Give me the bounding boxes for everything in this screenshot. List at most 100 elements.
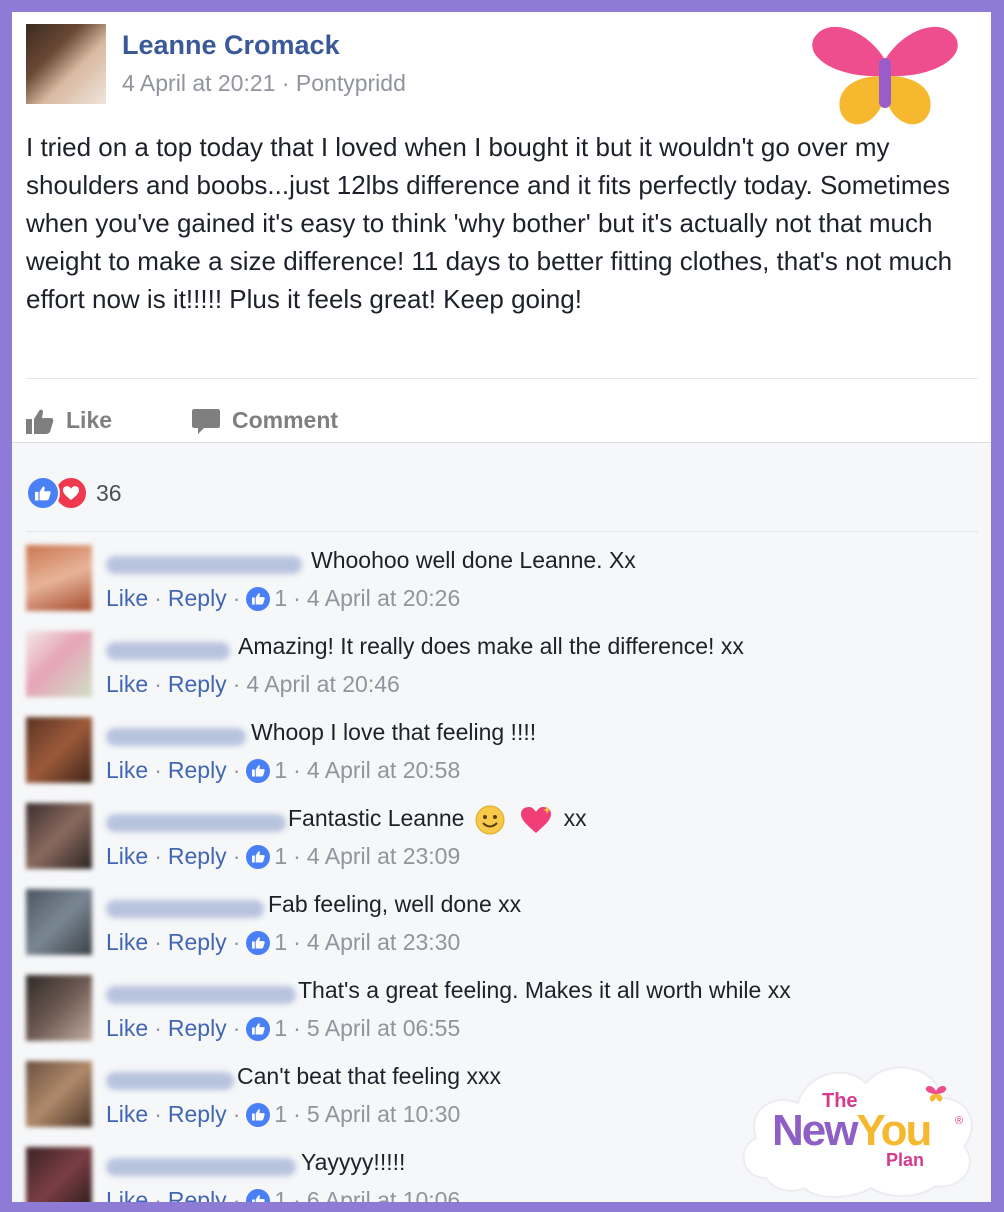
separator: ·	[293, 1101, 301, 1127]
separator: ·	[293, 585, 301, 611]
like-label: Like	[66, 407, 113, 433]
comment-text: Fantastic Leanne xx	[288, 805, 587, 835]
commenter-name[interactable]	[106, 556, 302, 574]
like-badge-icon[interactable]	[246, 586, 271, 611]
comment-timestamp[interactable]: 4 April at 23:09	[307, 843, 460, 870]
comment-reply-button[interactable]: Reply	[168, 1015, 227, 1042]
commenter-name[interactable]	[106, 986, 296, 1004]
comment-like-count[interactable]: 1	[274, 757, 287, 784]
commenter-avatar[interactable]	[26, 545, 92, 611]
comment-timestamp[interactable]: 4 April at 23:30	[307, 929, 460, 956]
comment-actions: Like · Reply · 4 April at 20:46	[106, 671, 400, 698]
comment-actions: Like · Reply · 1 · 4 April at 23:09	[106, 843, 460, 870]
reactions-summary[interactable]: 36	[26, 476, 122, 510]
comment-timestamp[interactable]: 5 April at 06:55	[307, 1015, 460, 1042]
comment-like-button[interactable]: Like	[106, 1187, 148, 1202]
sparkling-heart-icon	[521, 806, 552, 833]
like-badge-icon[interactable]	[246, 1188, 271, 1202]
commenter-name[interactable]	[106, 728, 246, 746]
comment-reply-button[interactable]: Reply	[168, 585, 227, 612]
comment-like-count[interactable]: 1	[274, 1187, 287, 1202]
comment-reply-button[interactable]: Reply	[168, 757, 227, 784]
comment-like-button[interactable]: Like	[106, 843, 148, 870]
separator: ·	[293, 1015, 301, 1041]
comment-item: Fab feeling, well done xx Like · Reply ·…	[26, 887, 976, 967]
commenter-name[interactable]	[106, 814, 286, 832]
comment-reply-button[interactable]: Reply	[168, 1101, 227, 1128]
brand-you: You	[856, 1106, 932, 1155]
commenter-avatar[interactable]	[26, 803, 92, 869]
brand-name: NewYou	[772, 1106, 932, 1156]
comment-like-count[interactable]: 1	[274, 1101, 287, 1128]
butterfly-logo-icon	[812, 26, 958, 125]
separator: ·	[154, 1187, 162, 1202]
post-header: Leanne Cromack 4 April at 20:21 · Pontyp…	[26, 24, 726, 104]
separator: ·	[154, 757, 162, 783]
comment-like-count[interactable]: 1	[274, 1015, 287, 1042]
separator: ·	[232, 1101, 241, 1127]
commenter-avatar[interactable]	[26, 717, 92, 783]
separator: ·	[293, 1187, 301, 1202]
separator: ·	[232, 757, 241, 783]
commenter-name[interactable]	[106, 1072, 234, 1090]
comment-reply-button[interactable]: Reply	[168, 929, 227, 956]
author-avatar[interactable]	[26, 24, 106, 104]
comment-bubble-icon	[192, 408, 220, 434]
like-badge-icon[interactable]	[246, 844, 271, 869]
commenter-avatar[interactable]	[26, 889, 92, 955]
comment-like-count[interactable]: 1	[274, 585, 287, 612]
comment-timestamp[interactable]: 4 April at 20:26	[307, 585, 460, 612]
comment-like-button[interactable]: Like	[106, 585, 148, 612]
like-badge-icon[interactable]	[246, 1102, 271, 1127]
thumbs-up-icon	[26, 409, 54, 434]
separator: ·	[232, 1187, 241, 1202]
separator: ·	[154, 929, 162, 955]
post-location[interactable]: Pontypridd	[296, 70, 406, 96]
commenter-name[interactable]	[106, 900, 264, 918]
author-name[interactable]: Leanne Cromack	[122, 30, 340, 61]
comment-like-button[interactable]: Like	[106, 1101, 148, 1128]
separator: ·	[293, 843, 301, 869]
reaction-count: 36	[96, 479, 122, 506]
like-badge-icon[interactable]	[246, 930, 271, 955]
comment-like-button[interactable]: Like	[106, 757, 148, 784]
commenter-name[interactable]	[106, 1158, 296, 1176]
comment-like-button[interactable]: Like	[106, 1015, 148, 1042]
commenter-avatar[interactable]	[26, 975, 92, 1041]
separator: ·	[154, 585, 162, 611]
comment-timestamp[interactable]: 4 April at 20:58	[307, 757, 460, 784]
divider	[26, 378, 978, 379]
separator: ·	[232, 1015, 241, 1041]
commenter-name[interactable]	[106, 642, 230, 660]
comment-reply-button[interactable]: Reply	[168, 1187, 227, 1202]
comment-text: Whoop I love that feeling !!!!	[251, 719, 537, 745]
comment-like-button[interactable]: Like	[106, 929, 148, 956]
comment-text: Yayyyy!!!!!	[301, 1149, 406, 1175]
like-button[interactable]: Like	[26, 407, 112, 434]
comment-text: Amazing! It really does make all the dif…	[238, 633, 744, 659]
like-reaction-icon	[26, 476, 60, 510]
separator: ·	[232, 929, 241, 955]
comment-like-count[interactable]: 1	[274, 929, 287, 956]
comment-button[interactable]: Comment	[192, 407, 338, 434]
comment-actions: Like · Reply · 1 · 4 April at 20:58	[106, 757, 460, 784]
post-card: Leanne Cromack 4 April at 20:21 · Pontyp…	[12, 12, 991, 1202]
comment-text: Fab feeling, well done xx	[268, 891, 522, 917]
post-timestamp[interactable]: 4 April at 20:21	[122, 70, 275, 96]
separator: ·	[154, 843, 162, 869]
comment-like-count[interactable]: 1	[274, 843, 287, 870]
commenter-avatar[interactable]	[26, 1061, 92, 1127]
comment-timestamp[interactable]: 4 April at 20:46	[246, 671, 399, 698]
comment-item: Whoohoo well done Leanne. Xx Like · Repl…	[26, 543, 976, 623]
comment-timestamp[interactable]: 5 April at 10:30	[307, 1101, 460, 1128]
comment-item: Whoop I love that feeling !!!! Like · Re…	[26, 715, 976, 795]
like-badge-icon[interactable]	[246, 758, 271, 783]
comment-reply-button[interactable]: Reply	[168, 671, 227, 698]
like-badge-icon[interactable]	[246, 1016, 271, 1041]
comment-timestamp[interactable]: 6 April at 10:06	[307, 1187, 460, 1202]
commenter-avatar[interactable]	[26, 631, 92, 697]
commenter-avatar[interactable]	[26, 1147, 92, 1202]
comment-like-button[interactable]: Like	[106, 671, 148, 698]
brand-butterfly-icon	[925, 1086, 947, 1102]
comment-reply-button[interactable]: Reply	[168, 843, 227, 870]
